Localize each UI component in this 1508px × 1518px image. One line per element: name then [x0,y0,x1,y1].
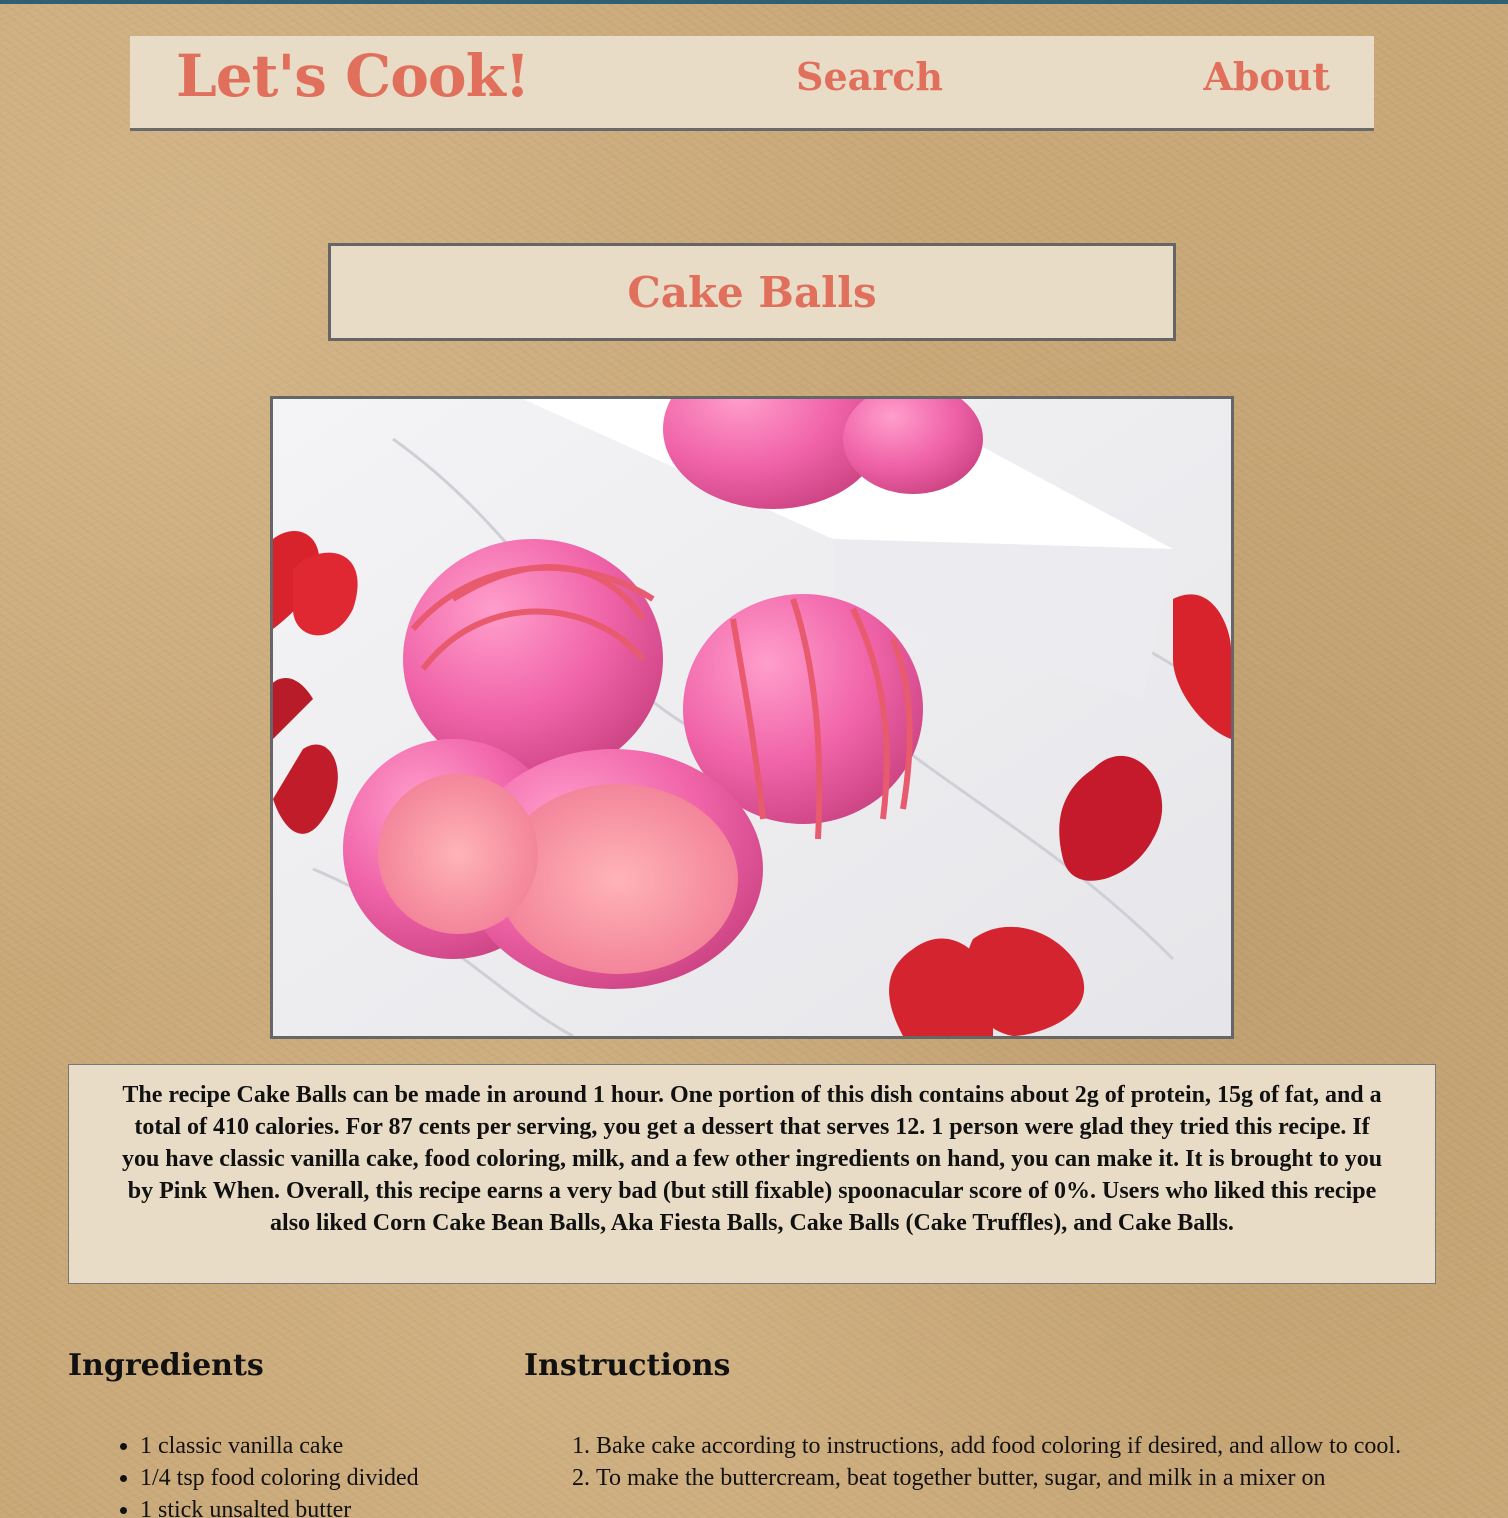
top-rule [0,0,1508,4]
ingredient-item: 1/4 tsp food coloring divided [140,1462,500,1494]
ingredient-item: 1 stick unsalted butter [140,1494,500,1518]
instruction-step: Bake cake according to instructions, add… [596,1430,1446,1462]
ingredients-heading: Ingredients [68,1348,264,1383]
instructions-list: Bake cake according to instructions, add… [596,1430,1446,1494]
recipe-image [270,396,1234,1039]
recipe-title: Cake Balls [627,267,877,317]
instruction-step: To make the buttercream, beat together b… [596,1462,1446,1494]
ingredient-item: 1 classic vanilla cake [140,1430,500,1462]
cake-balls-photo [273,399,1231,1036]
navbar: Let's Cook! Search About [130,36,1374,131]
brand-logo-link[interactable]: Let's Cook! [176,42,530,110]
ingredients-list: 1 classic vanilla cake 1/4 tsp food colo… [140,1430,500,1518]
nav-search-link[interactable]: Search [796,54,943,99]
recipe-summary: The recipe Cake Balls can be made in aro… [68,1064,1436,1284]
recipe-title-box: Cake Balls [328,243,1176,341]
nav-about-link[interactable]: About [1203,54,1330,99]
instructions-heading: Instructions [524,1348,731,1383]
